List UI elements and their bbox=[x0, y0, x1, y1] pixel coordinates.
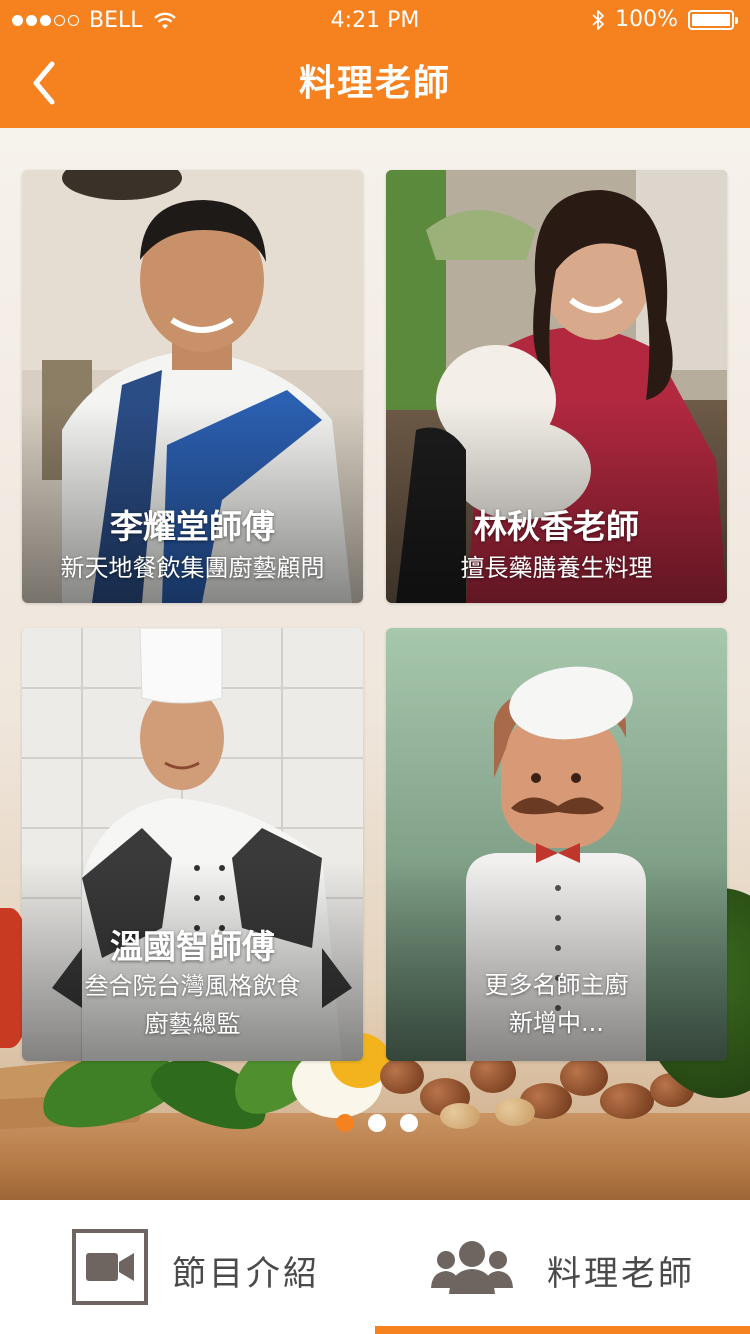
teacher-name: 林秋香老師 bbox=[474, 507, 639, 546]
page-dot-active[interactable] bbox=[336, 1114, 354, 1132]
active-tab-indicator bbox=[375, 1326, 750, 1334]
page-title: 料理老師 bbox=[298, 63, 451, 104]
battery-icon bbox=[688, 9, 738, 30]
teacher-description: 新天地餐飲集團廚藝顧問 bbox=[60, 554, 325, 582]
coming-soon-card[interactable]: 更多名師主廚 新增中... bbox=[386, 628, 727, 1061]
coming-soon-text: 更多名師主廚 新增中... bbox=[484, 971, 629, 1037]
bluetooth-icon bbox=[592, 9, 604, 30]
header-bar: BELL 4:21 PM 100% 料理老師 bbox=[0, 0, 750, 128]
back-button[interactable] bbox=[26, 58, 70, 108]
page-dot[interactable] bbox=[368, 1114, 386, 1132]
teacher-description: 叁合院台灣風格飲食 廚藝總監 bbox=[84, 972, 301, 1038]
tab-program-intro[interactable]: 節目介紹 bbox=[0, 1200, 375, 1334]
teacher-description: 擅長藥膳養生料理 bbox=[460, 554, 653, 582]
tab-cooking-teachers[interactable]: 料理老師 bbox=[375, 1200, 750, 1334]
group-people-icon bbox=[431, 1241, 513, 1294]
tab-label: 節目介紹 bbox=[172, 1254, 320, 1294]
teacher-name: 李耀堂師傅 bbox=[110, 507, 275, 546]
chevron-left-icon bbox=[33, 61, 55, 105]
page-indicator bbox=[336, 1114, 418, 1132]
video-camera-icon bbox=[72, 1229, 148, 1305]
teacher-card[interactable]: 李耀堂師傅 新天地餐飲集團廚藝顧問 bbox=[22, 170, 363, 603]
tab-bar: 節目介紹 料理老師 bbox=[0, 1200, 750, 1334]
page-dot[interactable] bbox=[400, 1114, 418, 1132]
status-bar: BELL 4:21 PM 100% bbox=[0, 0, 750, 40]
tab-label: 料理老師 bbox=[547, 1254, 695, 1294]
teacher-card[interactable]: 林秋香老師 擅長藥膳養生料理 bbox=[386, 170, 727, 603]
battery-percent: 100% bbox=[615, 7, 678, 32]
teacher-card[interactable]: 溫國智師傅 叁合院台灣風格飲食 廚藝總監 bbox=[22, 628, 363, 1061]
teacher-name: 溫國智師傅 bbox=[110, 927, 275, 966]
